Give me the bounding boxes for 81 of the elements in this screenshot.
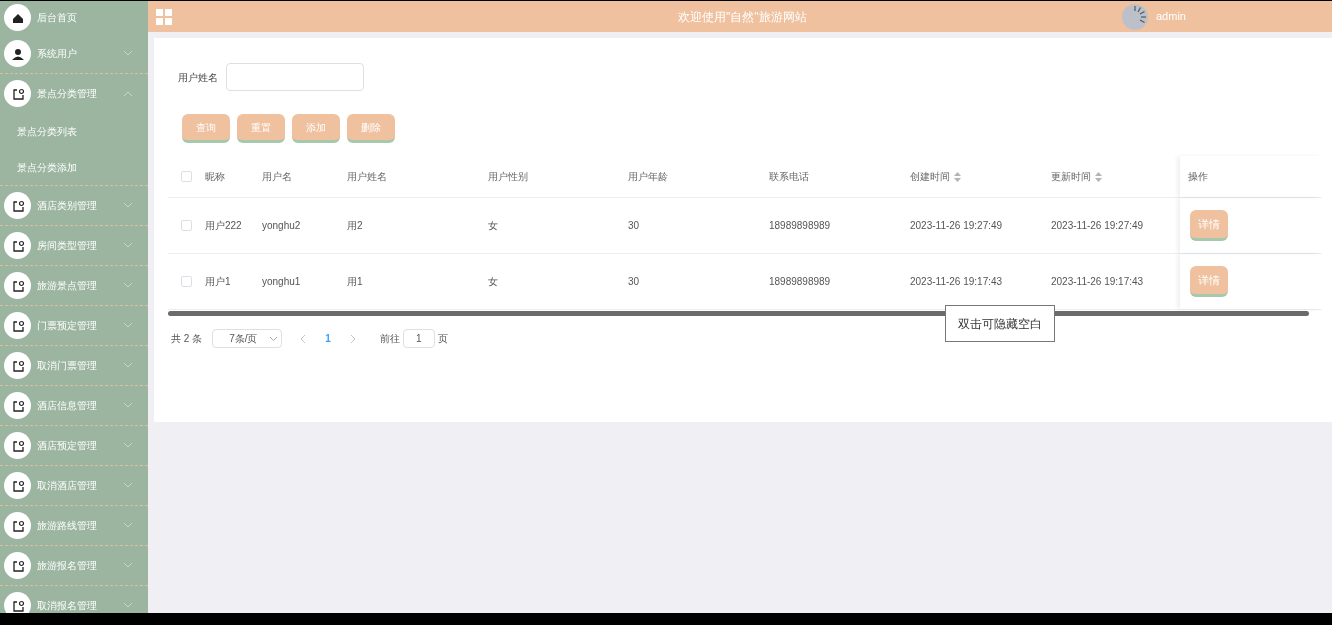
column-header: 用户性别 (488, 170, 528, 184)
user-icon (10, 46, 25, 61)
username[interactable]: admin (1156, 8, 1186, 25)
name-input-field[interactable] (226, 63, 364, 91)
horizontal-scrollbar[interactable] (168, 311, 1309, 316)
box-icon (10, 86, 25, 101)
box-icon (10, 238, 25, 253)
box-icon (10, 518, 25, 533)
box-icon (10, 478, 25, 493)
column-header[interactable]: 创建时间 (910, 169, 950, 184)
details-button[interactable]: 详情 (1190, 266, 1228, 297)
sidebar-item[interactable]: 系统用户 (0, 34, 148, 73)
box-icon (10, 558, 25, 573)
next-page-icon[interactable] (350, 334, 356, 343)
details-button[interactable]: 详情 (1190, 210, 1228, 241)
column-header: 昵称 (205, 170, 225, 184)
table-cell: yonghu2 (262, 220, 301, 231)
sidebar-item[interactable]: 旅游景点管理 (0, 266, 148, 305)
box-icon (10, 358, 25, 373)
sidebar-item[interactable]: 后台首页 (0, 1, 148, 34)
box-icon (10, 398, 25, 413)
table-cell: yonghu1 (262, 276, 301, 287)
column-header: 操作 (1188, 170, 1208, 184)
sidebar-item[interactable]: 景点分类管理 (0, 74, 148, 113)
sidebar-item[interactable]: 取消酒店管理 (0, 466, 148, 505)
table-cell: 30 (628, 276, 640, 287)
sidebar-item[interactable]: 房间类型管理 (0, 226, 148, 265)
column-header: 用户名 (262, 170, 292, 184)
dropdown-caret-icon[interactable] (270, 336, 278, 341)
table-cell: 2023-11-26 19:27:49 (1051, 220, 1144, 231)
column-header: 用户姓名 (347, 170, 387, 184)
goto-suffix: 页 (437, 332, 448, 346)
sidebar-item[interactable]: 酒店类别管理 (0, 186, 148, 225)
table-cell: 2023-11-26 19:17:43 (910, 276, 1003, 287)
table-cell: 用1 (347, 276, 363, 287)
submenu-item[interactable]: 景点分类添加 (0, 149, 148, 185)
submenu-item[interactable]: 景点分类列表 (0, 113, 148, 149)
sort-icon[interactable] (954, 171, 961, 182)
table-cell: 30 (628, 220, 640, 231)
sidebar-item[interactable]: 酒店信息管理 (0, 386, 148, 425)
column-header[interactable]: 更新时间 (1051, 169, 1091, 184)
page-number[interactable]: 1 (325, 331, 331, 346)
column-header: 联系电话 (769, 170, 809, 184)
row-checkbox[interactable] (181, 220, 192, 231)
select-all-checkbox[interactable] (181, 171, 192, 182)
sidebar-item[interactable]: 旅游路线管理 (0, 506, 148, 545)
table-cell: 2023-11-26 19:17:43 (1051, 276, 1144, 287)
tooltip: 双击可隐藏空白 (945, 305, 1055, 342)
total-count: 共 2 条 (171, 332, 203, 346)
box-icon (10, 198, 25, 213)
table-cell: 用户222 (205, 220, 242, 231)
previous-page-icon[interactable] (300, 334, 306, 343)
table-cell: 用户1 (205, 276, 231, 287)
site-title: 欢迎使用"自然"旅游网站 (678, 8, 807, 26)
grid-menu-icon[interactable] (156, 8, 172, 25)
table-cell: 女 (488, 220, 498, 231)
sort-icon[interactable] (1095, 171, 1102, 182)
action-button[interactable]: 添加 (292, 114, 340, 143)
page-size-dropdown[interactable]: 7条/页 (212, 329, 283, 348)
box-icon (10, 438, 25, 453)
box-icon (10, 318, 25, 333)
goto-page-field[interactable]: 1 (402, 329, 435, 348)
table-cell: 用2 (347, 220, 363, 231)
table-cell: 女 (488, 276, 498, 287)
box-icon (10, 278, 25, 293)
sidebar-item[interactable]: 酒店预定管理 (0, 426, 148, 465)
avatar-icon[interactable] (1122, 3, 1148, 30)
action-button[interactable]: 重置 (237, 114, 285, 143)
column-header: 用户年龄 (628, 170, 668, 184)
table-cell: 2023-11-26 19:27:49 (910, 220, 1003, 231)
field-label: 用户姓名 (178, 70, 218, 85)
sidebar-item[interactable]: 取消门票管理 (0, 346, 148, 385)
table-cell: 18989898989 (769, 220, 831, 231)
action-button[interactable]: 查询 (182, 114, 230, 143)
sidebar-item[interactable]: 门票预定管理 (0, 306, 148, 345)
goto-label: 前往 (379, 332, 400, 346)
action-button[interactable]: 删除 (347, 114, 395, 143)
row-checkbox[interactable] (181, 276, 192, 287)
sidebar-item[interactable]: 旅游报名管理 (0, 546, 148, 585)
box-icon (10, 598, 25, 613)
table-cell: 18989898989 (769, 276, 831, 287)
